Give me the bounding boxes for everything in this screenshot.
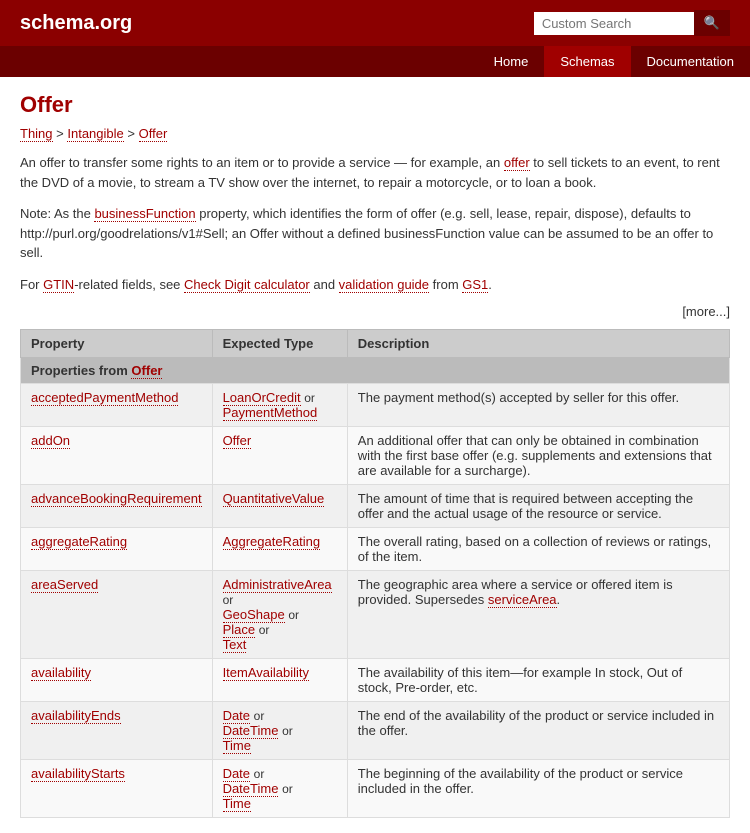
prop-advanceBookingRequirement[interactable]: advanceBookingRequirement [31,491,202,507]
prop-cell: acceptedPaymentMethod [21,384,213,427]
type-GeoShape[interactable]: GeoShape [223,607,285,623]
type-LoanOrCredit[interactable]: LoanOrCredit [223,390,301,406]
prop-aggregateRating[interactable]: aggregateRating [31,534,127,550]
page-title: Offer [20,92,730,118]
table-row: addOn Offer An additional offer that can… [21,427,730,485]
table-row: areaServed AdministrativeArea or GeoShap… [21,571,730,659]
note-text: Note: As the businessFunction property, … [20,204,730,263]
nav-schemas[interactable]: Schemas [544,46,630,77]
breadcrumb-intangible[interactable]: Intangible [67,126,123,142]
type-cell: Date or DateTime or Time [212,760,347,818]
type-cell: LoanOrCredit or PaymentMethod [212,384,347,427]
table-row: aggregateRating AggregateRating The over… [21,528,730,571]
type-Offer[interactable]: Offer [223,433,252,449]
prop-cell: aggregateRating [21,528,213,571]
col-property: Property [21,330,213,358]
table-header-row: Property Expected Type Description [21,330,730,358]
type-Date-starts[interactable]: Date [223,766,250,782]
desc-cell: The beginning of the availability of the… [347,760,729,818]
type-cell: QuantitativeValue [212,485,347,528]
gs1-link[interactable]: GS1 [462,277,488,293]
col-expected-type: Expected Type [212,330,347,358]
type-AdministrativeArea[interactable]: AdministrativeArea [223,577,332,593]
desc-cell: The amount of time that is required betw… [347,485,729,528]
breadcrumb-sep1: > [56,126,67,141]
table-row: acceptedPaymentMethod LoanOrCredit or Pa… [21,384,730,427]
gtin-link[interactable]: GTIN [43,277,74,293]
search-button[interactable]: 🔍 [694,10,730,36]
section-header-row: Properties from Offer [21,358,730,384]
breadcrumb-thing[interactable]: Thing [20,126,53,142]
main-content: Offer Thing > Intangible > Offer An offe… [0,77,750,833]
more-link-container: [more...] [20,304,730,319]
prop-cell: advanceBookingRequirement [21,485,213,528]
validation-guide-link[interactable]: validation guide [339,277,429,293]
type-AggregateRating[interactable]: AggregateRating [223,534,321,550]
desc-cell: The availability of this item—for exampl… [347,659,729,702]
site-header: schema.org 🔍 [0,0,750,46]
section-offer-link[interactable]: Offer [131,363,162,379]
prop-availability[interactable]: availability [31,665,91,681]
prop-areaServed[interactable]: areaServed [31,577,98,593]
desc-offer-link[interactable]: offer [504,155,530,171]
gtin-note: For GTIN-related fields, see Check Digit… [20,275,730,295]
section-header-cell: Properties from Offer [21,358,730,384]
prop-addOn[interactable]: addOn [31,433,70,449]
type-cell: AggregateRating [212,528,347,571]
breadcrumb-sep2: > [127,126,138,141]
type-cell: AdministrativeArea or GeoShape or Place … [212,571,347,659]
table-row: availabilityEnds Date or DateTime or Tim… [21,702,730,760]
prop-acceptedPaymentMethod[interactable]: acceptedPaymentMethod [31,390,178,406]
type-Text[interactable]: Text [223,637,247,653]
serviceArea-link[interactable]: serviceArea [488,592,557,608]
type-Time-ends[interactable]: Time [223,738,251,754]
nav-documentation[interactable]: Documentation [631,46,750,77]
type-cell: ItemAvailability [212,659,347,702]
table-row: availabilityStarts Date or DateTime or T… [21,760,730,818]
breadcrumb: Thing > Intangible > Offer [20,126,730,141]
col-description: Description [347,330,729,358]
navbar: Home Schemas Documentation [0,46,750,77]
search-container: 🔍 [534,10,730,36]
prop-availabilityEnds[interactable]: availabilityEnds [31,708,121,724]
type-Place[interactable]: Place [223,622,256,638]
site-logo: schema.org [20,12,132,35]
type-DateTime-ends[interactable]: DateTime [223,723,279,739]
table-row: availability ItemAvailability The availa… [21,659,730,702]
type-cell: Date or DateTime or Time [212,702,347,760]
table-row: advanceBookingRequirement QuantitativeVa… [21,485,730,528]
desc-cell: The payment method(s) accepted by seller… [347,384,729,427]
desc-cell: The end of the availability of the produ… [347,702,729,760]
desc-cell: The geographic area where a service or o… [347,571,729,659]
type-cell: Offer [212,427,347,485]
prop-cell: availabilityEnds [21,702,213,760]
page-description: An offer to transfer some rights to an i… [20,153,730,192]
prop-cell: addOn [21,427,213,485]
prop-cell: areaServed [21,571,213,659]
prop-availabilityStarts[interactable]: availabilityStarts [31,766,125,782]
business-function-link[interactable]: businessFunction [94,206,195,222]
check-digit-link[interactable]: Check Digit calculator [184,277,310,293]
type-ItemAvailability[interactable]: ItemAvailability [223,665,309,681]
search-input[interactable] [534,12,694,35]
more-link[interactable]: [more...] [682,304,730,319]
desc-cell: An additional offer that can only be obt… [347,427,729,485]
prop-cell: availabilityStarts [21,760,213,818]
schema-table: Property Expected Type Description Prope… [20,329,730,818]
type-Time-starts[interactable]: Time [223,796,251,812]
type-DateTime-starts[interactable]: DateTime [223,781,279,797]
type-PaymentMethod[interactable]: PaymentMethod [223,405,318,421]
breadcrumb-offer[interactable]: Offer [139,126,168,142]
type-QuantitativeValue[interactable]: QuantitativeValue [223,491,325,507]
nav-home[interactable]: Home [478,46,545,77]
prop-cell: availability [21,659,213,702]
desc-cell: The overall rating, based on a collectio… [347,528,729,571]
type-Date-ends[interactable]: Date [223,708,250,724]
